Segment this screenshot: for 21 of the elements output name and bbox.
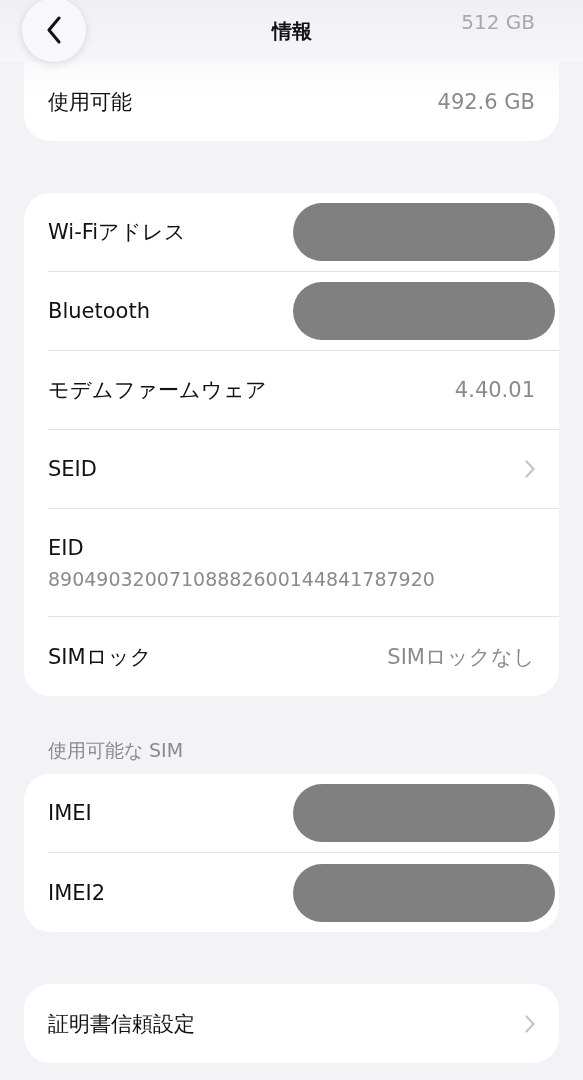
row-label: 使用可能: [48, 88, 132, 116]
row-label: IMEI2: [48, 880, 106, 905]
chevron-icon[interactable]: [525, 1014, 535, 1033]
row-label: SEID: [48, 457, 97, 481]
section-header: 使用可能な SIM: [48, 738, 185, 763]
row-label: IMEI: [48, 801, 92, 825]
row-value: 492.6 GB: [437, 89, 535, 114]
row-label: モデムファームウェア: [48, 377, 267, 404]
page-title: 情報: [271, 17, 312, 45]
faded-value: 512 GB: [461, 10, 535, 34]
row-value: 89049032007108882600144841787920: [48, 567, 435, 590]
row-label: SIMロック: [48, 643, 152, 671]
row-label: Wi-Fiアドレス: [48, 219, 187, 246]
chevron-icon[interactable]: [525, 460, 535, 478]
row-value: SIMロックなし: [387, 643, 535, 671]
back-icon: [46, 16, 62, 44]
row-label: EID: [48, 535, 84, 560]
row-label: Bluetooth: [48, 299, 150, 323]
row-label: 証明書信頼設定: [48, 1010, 195, 1038]
back-button[interactable]: [22, 0, 86, 62]
row-value: 4.40.01: [454, 378, 535, 402]
